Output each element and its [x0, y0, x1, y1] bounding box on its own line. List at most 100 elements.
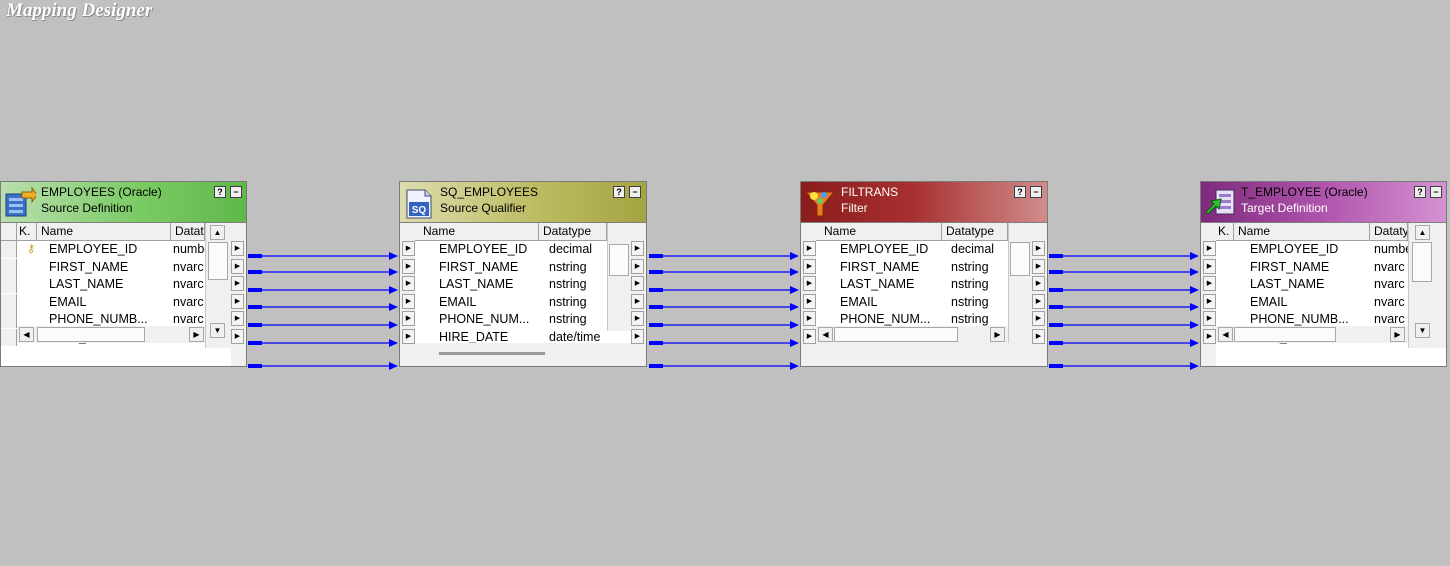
port-row[interactable]: LAST_NAME nstring [415, 276, 631, 293]
output-port-button[interactable]: ▶ [1032, 258, 1045, 274]
scroll-down-button[interactable]: ▼ [210, 323, 225, 338]
input-port-button[interactable]: ▶ [402, 328, 415, 344]
scrollbar-thumb[interactable] [609, 244, 629, 276]
output-port-button[interactable]: ▶ [1032, 328, 1045, 344]
row-selector[interactable] [1, 311, 17, 328]
horizontal-scrollbar[interactable] [439, 352, 545, 355]
scrollbar-thumb[interactable] [1412, 242, 1432, 282]
ports-grid[interactable]: K. Name Dataty EMPLOYEE_ID numbe FIRST_NAM… [1216, 223, 1446, 366]
output-port-button[interactable]: ▶ [631, 276, 644, 291]
port-row[interactable]: FIRST_NAME nstring [816, 259, 1032, 276]
port-row[interactable]: FIRST_NAME nstring [415, 259, 631, 276]
scroll-down-button[interactable]: ▼ [1415, 323, 1430, 338]
ports-grid[interactable]: K. Name Dataty ⚷ EMPLOYEE_ID numbe FIRST_NA… [1, 223, 231, 366]
input-port-button[interactable]: ▶ [1203, 293, 1216, 309]
help-button[interactable]: ? [214, 186, 226, 198]
input-port-button[interactable]: ▶ [803, 241, 816, 256]
scroll-left-button[interactable]: ◀ [1218, 327, 1233, 342]
input-port-button[interactable]: ▶ [803, 276, 816, 291]
transformation-header[interactable]: EMPLOYEES (Oracle) Source Definition ? − [1, 182, 246, 223]
output-port-button[interactable]: ▶ [631, 311, 644, 326]
output-port-button[interactable]: ▶ [631, 258, 644, 274]
help-button[interactable]: ? [1414, 186, 1426, 198]
port-row[interactable]: EMAIL nvarc [1, 293, 231, 311]
column-header-name[interactable]: Name [816, 223, 942, 241]
row-selector[interactable] [1, 276, 17, 293]
horizontal-scrollbar[interactable]: ◀ ▶ [1216, 326, 1408, 343]
scroll-left-button[interactable]: ◀ [19, 327, 34, 342]
scroll-right-button[interactable]: ▶ [189, 327, 204, 342]
output-port-button[interactable]: ▶ [1032, 293, 1045, 309]
vertical-scrollbar[interactable]: ▲ ▼ [205, 223, 231, 348]
row-selector[interactable] [1, 328, 17, 346]
source-definition-transformation[interactable]: EMPLOYEES (Oracle) Source Definition ? −… [0, 181, 247, 367]
horizontal-scrollbar[interactable]: ◀ ▶ [17, 326, 205, 343]
port-row[interactable]: EMPLOYEE_ID decimal [816, 241, 1032, 258]
row-selector[interactable] [1, 293, 17, 311]
port-row[interactable]: PHONE_NUM... nstring [415, 311, 631, 328]
scrollbar-thumb[interactable] [834, 327, 958, 342]
scrollbar-thumb[interactable] [1010, 242, 1030, 276]
input-port-button[interactable]: ▶ [402, 293, 415, 309]
input-port-button[interactable]: ▶ [1203, 328, 1216, 344]
output-port-button[interactable]: ▶ [631, 241, 644, 256]
output-port-button[interactable]: ▶ [231, 276, 244, 291]
help-button[interactable]: ? [613, 186, 625, 198]
output-port-button[interactable]: ▶ [1032, 311, 1045, 326]
column-header-name[interactable]: Name [37, 223, 171, 241]
port-row[interactable]: EMPLOYEE_ID decimal [415, 241, 631, 258]
input-port-button[interactable]: ▶ [402, 241, 415, 256]
transformation-header[interactable]: SQ SQ_EMPLOYEES Source Qualifier ? − [400, 182, 646, 223]
scroll-right-button[interactable]: ▶ [990, 327, 1005, 342]
output-port-button[interactable]: ▶ [631, 328, 644, 344]
output-port-button[interactable]: ▶ [1032, 241, 1045, 256]
port-row[interactable]: FIRST_NAME nvarc [1, 258, 231, 276]
scroll-left-button[interactable]: ◀ [818, 327, 833, 342]
output-port-button[interactable]: ▶ [1032, 276, 1045, 291]
scroll-right-button[interactable]: ▶ [1390, 327, 1405, 342]
input-port-button[interactable]: ▶ [1203, 276, 1216, 291]
output-port-button[interactable]: ▶ [231, 241, 244, 256]
minimize-button[interactable]: − [629, 186, 641, 198]
input-port-button[interactable]: ▶ [402, 311, 415, 326]
output-port-button[interactable]: ▶ [631, 293, 644, 309]
scrollbar-thumb[interactable] [208, 242, 228, 280]
scrollbar-thumb[interactable] [1234, 327, 1336, 342]
input-port-button[interactable]: ▶ [803, 293, 816, 309]
target-definition-transformation[interactable]: T_EMPLOYEE (Oracle) Target Definition ? … [1200, 181, 1447, 367]
port-row[interactable]: EMAIL nstring [816, 294, 1032, 311]
input-port-button[interactable]: ▶ [803, 258, 816, 274]
row-selector[interactable] [1, 241, 17, 258]
scroll-up-button[interactable]: ▲ [1415, 225, 1430, 240]
output-port-button[interactable]: ▶ [231, 328, 244, 344]
transformation-header[interactable]: T_EMPLOYEE (Oracle) Target Definition ? … [1201, 182, 1446, 223]
input-port-button[interactable]: ▶ [1203, 311, 1216, 326]
input-port-button[interactable]: ▶ [803, 311, 816, 326]
column-header-datatype[interactable]: Dataty [171, 223, 205, 241]
filter-transformation[interactable]: FILTRANS Filter ? − ▶ ▶ ▶ ▶ ▶ ▶ Name Datatype… [800, 181, 1048, 367]
column-header-datatype[interactable]: Datatype [539, 223, 607, 241]
port-row[interactable]: ⚷ EMPLOYEE_ID numbe [1, 241, 231, 258]
minimize-button[interactable]: − [1430, 186, 1442, 198]
ports-grid[interactable]: Name Datatype EMPLOYEE_ID decimal FIRST_NA… [415, 223, 631, 366]
transformation-header[interactable]: FILTRANS Filter ? − [801, 182, 1047, 223]
port-row[interactable]: EMAIL nstring [415, 294, 631, 311]
input-port-button[interactable]: ▶ [803, 328, 816, 344]
output-port-button[interactable]: ▶ [231, 293, 244, 309]
column-header-name[interactable]: Name [415, 223, 539, 241]
input-port-button[interactable]: ▶ [1203, 258, 1216, 274]
vertical-scrollbar[interactable]: ▲ ▼ [1408, 223, 1446, 348]
column-header-datatype[interactable]: Datatype [942, 223, 1008, 241]
port-row[interactable]: LAST_NAME nstring [816, 276, 1032, 293]
help-button[interactable]: ? [1014, 186, 1026, 198]
input-port-button[interactable]: ▶ [402, 276, 415, 291]
column-header-name[interactable]: Name [1234, 223, 1370, 241]
port-row[interactable]: LAST_NAME nvarc [1, 276, 231, 293]
source-qualifier-transformation[interactable]: SQ SQ_EMPLOYEES Source Qualifier ? − ▶ ▶ ▶… [399, 181, 647, 367]
vertical-scrollbar[interactable] [1008, 223, 1032, 348]
horizontal-scrollbar[interactable]: ◀ ▶ [816, 326, 1008, 343]
minimize-button[interactable]: − [230, 186, 242, 198]
output-port-button[interactable]: ▶ [231, 311, 244, 326]
minimize-button[interactable]: − [1030, 186, 1042, 198]
scrollbar-thumb[interactable] [37, 327, 145, 342]
